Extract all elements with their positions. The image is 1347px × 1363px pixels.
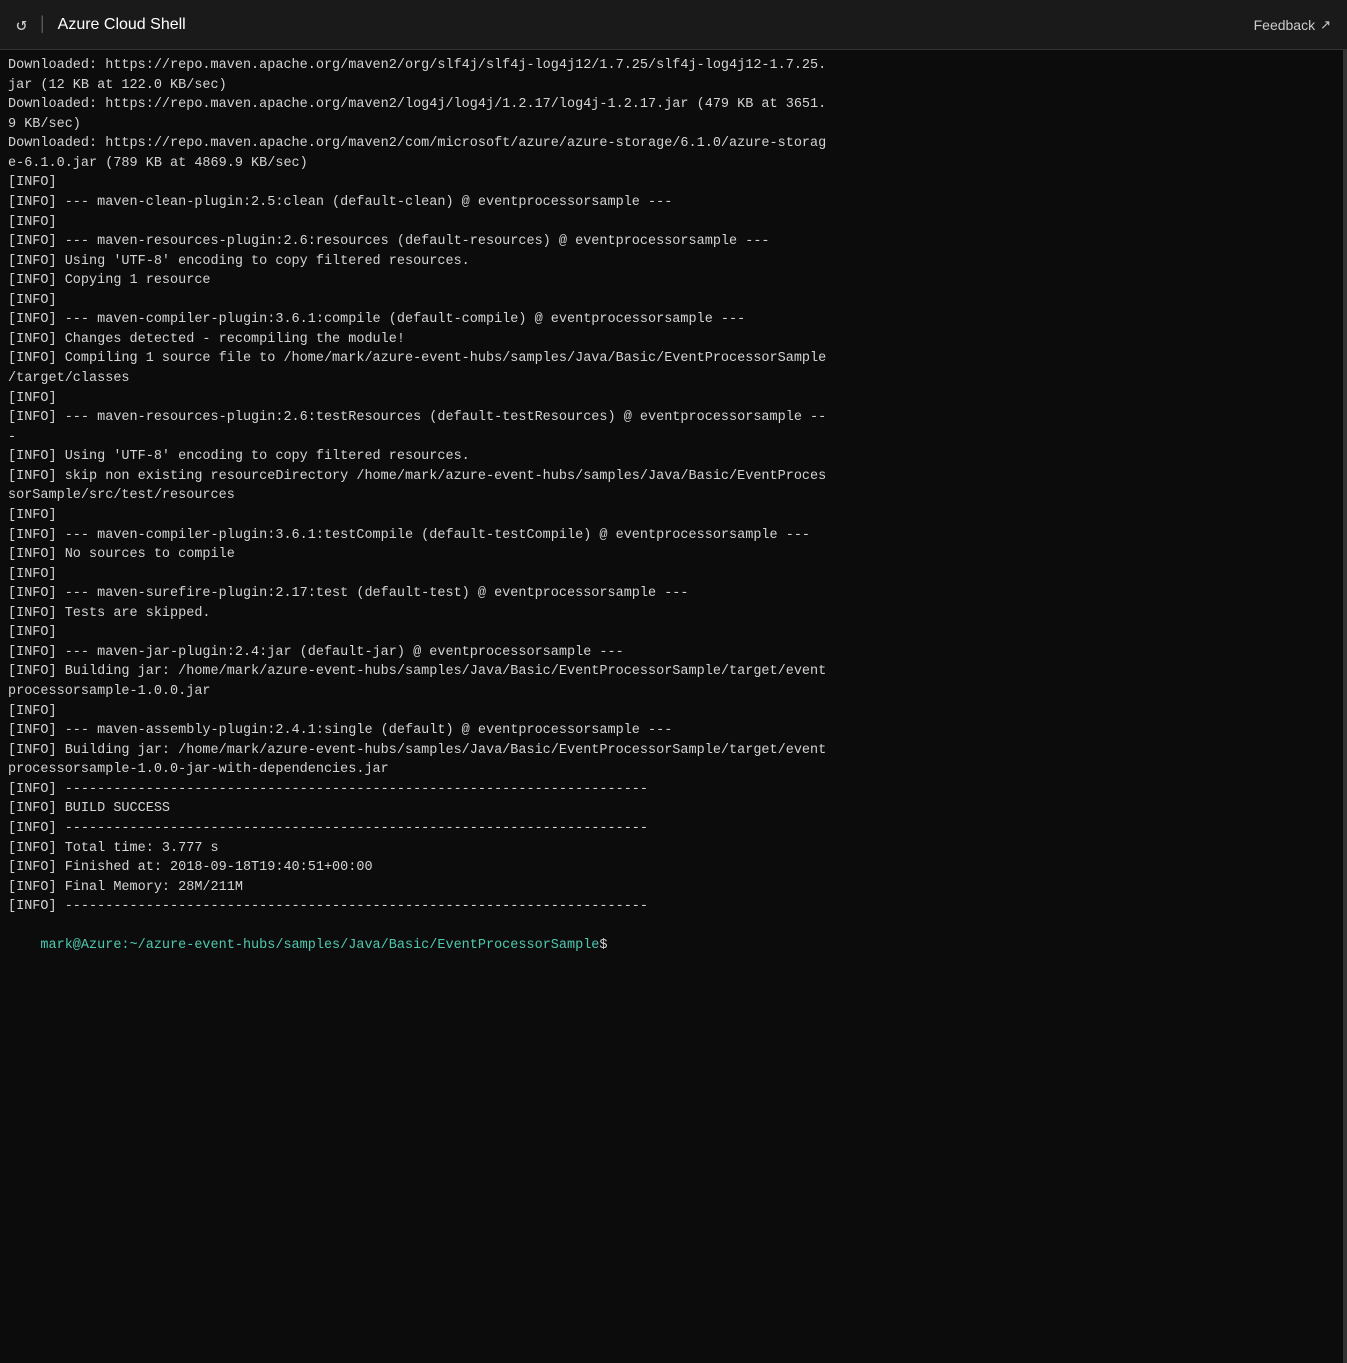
external-link-icon: ↗: [1320, 17, 1331, 33]
terminal-prompt-line: mark@Azure:~/azure-event-hubs/samples/Ja…: [8, 917, 1335, 976]
prompt-symbol: $: [599, 938, 607, 953]
app-title: Azure Cloud Shell: [58, 16, 186, 34]
feedback-label: Feedback: [1254, 17, 1315, 33]
terminal-output: Downloaded: https://repo.maven.apache.or…: [8, 56, 1335, 917]
feedback-button[interactable]: Feedback ↗: [1254, 17, 1331, 33]
terminal-area[interactable]: Downloaded: https://repo.maven.apache.or…: [0, 50, 1347, 1363]
divider: |: [37, 15, 48, 35]
topbar: ↺ | Azure Cloud Shell Feedback ↗: [0, 0, 1347, 50]
topbar-left: ↺ | Azure Cloud Shell: [16, 14, 186, 36]
prompt-path: mark@Azure:~/azure-event-hubs/samples/Ja…: [40, 938, 599, 953]
refresh-icon[interactable]: ↺: [16, 14, 27, 36]
